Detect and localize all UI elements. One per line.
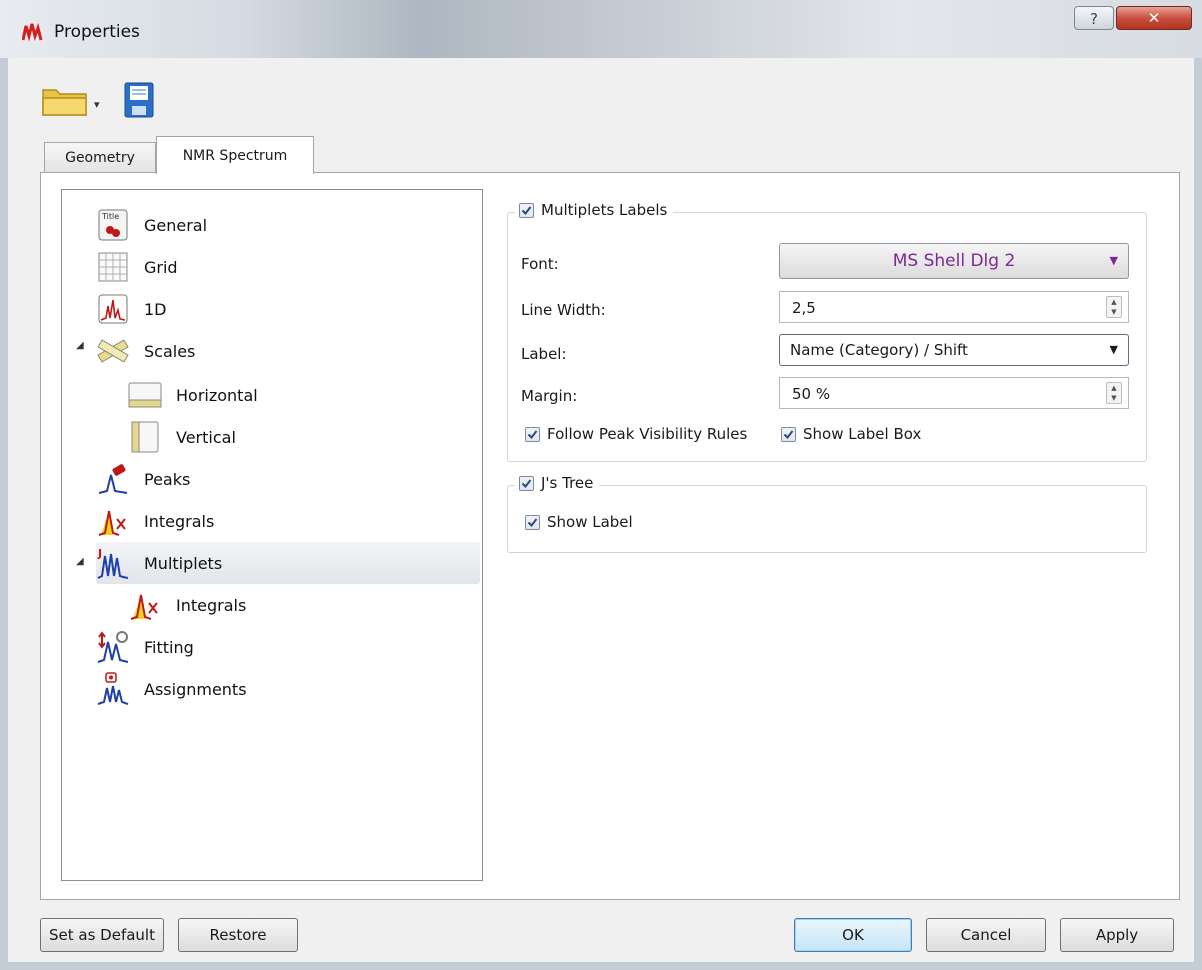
tree-item-label: Horizontal xyxy=(176,385,258,405)
title-bar[interactable]: Properties ? ✕ xyxy=(0,0,1202,58)
set-as-default-button[interactable]: Set as Default xyxy=(40,918,164,952)
follow-peak-visibility-checkbox[interactable]: Follow Peak Visibility Rules xyxy=(525,425,747,443)
follow-peak-visibility-label: Follow Peak Visibility Rules xyxy=(547,425,748,443)
tree-item-grid[interactable]: Grid xyxy=(96,246,178,288)
assignments-icon xyxy=(96,672,130,706)
checkbox-checked-icon[interactable] xyxy=(525,426,540,442)
line-width-spinbox[interactable]: 2,5 ▲ ▼ xyxy=(779,291,1129,323)
tab-geometry[interactable]: Geometry xyxy=(44,142,156,172)
tree-item-multiplets[interactable]: J Multiplets xyxy=(96,542,480,584)
ruler-scales-icon xyxy=(96,334,130,368)
spin-arrows-icon[interactable]: ▲ ▼ xyxy=(1106,382,1122,404)
integrals-icon xyxy=(128,588,162,622)
js-tree-checkbox[interactable]: J's Tree xyxy=(515,474,600,492)
tree-item-assignments[interactable]: Assignments xyxy=(96,668,247,710)
dialog-body: ▾ Geometry NMR Spectrum Title General Gr… xyxy=(8,58,1194,962)
cancel-button[interactable]: Cancel xyxy=(926,918,1046,952)
title-general-icon: Title xyxy=(96,208,130,242)
chevron-down-icon: ▼ xyxy=(1109,343,1118,356)
window-title: Properties xyxy=(54,22,140,42)
multiplets-icon: J xyxy=(96,546,130,580)
show-label-checkbox[interactable]: Show Label xyxy=(525,513,633,531)
show-label-box-label: Show Label Box xyxy=(803,425,922,443)
tree-item-label: Integrals xyxy=(176,595,247,615)
tab-pane-nmr-spectrum: Title General Grid 1D ◢ Scales Horizonta… xyxy=(40,172,1180,900)
margin-label: Margin: xyxy=(521,387,578,405)
margin-value: 50 % xyxy=(792,385,831,403)
show-label-box-checkbox[interactable]: Show Label Box xyxy=(781,425,921,443)
tab-nmr-spectrum[interactable]: NMR Spectrum xyxy=(156,136,314,174)
font-label: Font: xyxy=(521,255,559,273)
tree-item-label: General xyxy=(144,215,208,235)
chevron-down-icon: ▼ xyxy=(1109,254,1118,267)
tree-item-label: Multiplets xyxy=(144,553,223,573)
label-label: Label: xyxy=(521,345,567,363)
vertical-scale-icon xyxy=(128,420,162,454)
tree-item-integrals[interactable]: Integrals xyxy=(96,500,214,542)
line-width-value: 2,5 xyxy=(792,299,816,317)
tree-item-vertical[interactable]: Vertical xyxy=(128,416,236,458)
tree-item-label: Fitting xyxy=(144,637,194,657)
svg-text:Title: Title xyxy=(101,212,119,221)
tree-item-horizontal[interactable]: Horizontal xyxy=(128,374,258,416)
grid-icon xyxy=(96,250,130,284)
multiplets-labels-checkbox[interactable]: Multiplets Labels xyxy=(515,201,674,219)
tree-item-label: Assignments xyxy=(144,679,247,699)
ok-button[interactable]: OK xyxy=(794,918,912,952)
open-dropdown-arrow[interactable]: ▾ xyxy=(94,98,100,111)
horizontal-scale-icon xyxy=(128,378,162,412)
expander-scales[interactable]: ◢ xyxy=(76,340,84,351)
label-select-value: Name (Category) / Shift xyxy=(790,341,968,359)
tree-item-multiplets-integrals[interactable]: Integrals xyxy=(128,584,246,626)
margin-spinbox[interactable]: 50 % ▲ ▼ xyxy=(779,377,1129,409)
properties-window: Properties ? ✕ ▾ Geometry NMR Spectrum T… xyxy=(0,0,1202,970)
help-button[interactable]: ? xyxy=(1074,6,1114,30)
tree-item-label: 1D xyxy=(144,299,167,319)
tree-item-1d[interactable]: 1D xyxy=(96,288,167,330)
spectrum-1d-icon xyxy=(96,292,130,326)
restore-button[interactable]: Restore xyxy=(178,918,298,952)
tree-item-label: Scales xyxy=(144,341,196,361)
fitting-icon xyxy=(96,630,130,664)
show-label-label: Show Label xyxy=(547,513,633,531)
app-logo-icon xyxy=(22,22,43,42)
multiplets-labels-title: Multiplets Labels xyxy=(541,201,668,219)
folder-open-icon[interactable] xyxy=(42,86,88,116)
tree-item-label: Peaks xyxy=(144,469,191,489)
tree-item-label: Grid xyxy=(144,257,178,277)
close-button[interactable]: ✕ xyxy=(1116,6,1192,30)
svg-text:J: J xyxy=(97,547,102,560)
tree-item-fitting[interactable]: Fitting xyxy=(96,626,194,668)
expander-multiplets[interactable]: ◢ xyxy=(76,556,84,567)
checkbox-checked-icon[interactable] xyxy=(781,426,796,442)
spin-arrows-icon[interactable]: ▲ ▼ xyxy=(1106,296,1122,318)
integrals-icon xyxy=(96,504,130,538)
tree-item-scales[interactable]: Scales xyxy=(96,330,195,372)
line-width-label: Line Width: xyxy=(521,301,606,319)
label-select[interactable]: Name (Category) / Shift ▼ xyxy=(779,334,1129,366)
floppy-save-icon[interactable] xyxy=(124,82,154,118)
checkbox-checked-icon[interactable] xyxy=(519,475,534,491)
font-select[interactable]: MS Shell Dlg 2 ▼ xyxy=(779,243,1129,279)
apply-button[interactable]: Apply xyxy=(1060,918,1174,952)
checkbox-checked-icon[interactable] xyxy=(525,514,540,530)
peaks-icon xyxy=(96,462,130,496)
js-tree-title: J's Tree xyxy=(541,474,594,492)
font-select-value: MS Shell Dlg 2 xyxy=(892,251,1016,271)
tree-item-label: Integrals xyxy=(144,511,215,531)
checkbox-checked-icon[interactable] xyxy=(519,202,534,218)
tree-item-label: Vertical xyxy=(176,427,236,447)
settings-tree[interactable]: Title General Grid 1D ◢ Scales Horizonta… xyxy=(61,189,483,881)
tree-item-general[interactable]: Title General xyxy=(96,204,207,246)
tree-item-peaks[interactable]: Peaks xyxy=(96,458,190,500)
